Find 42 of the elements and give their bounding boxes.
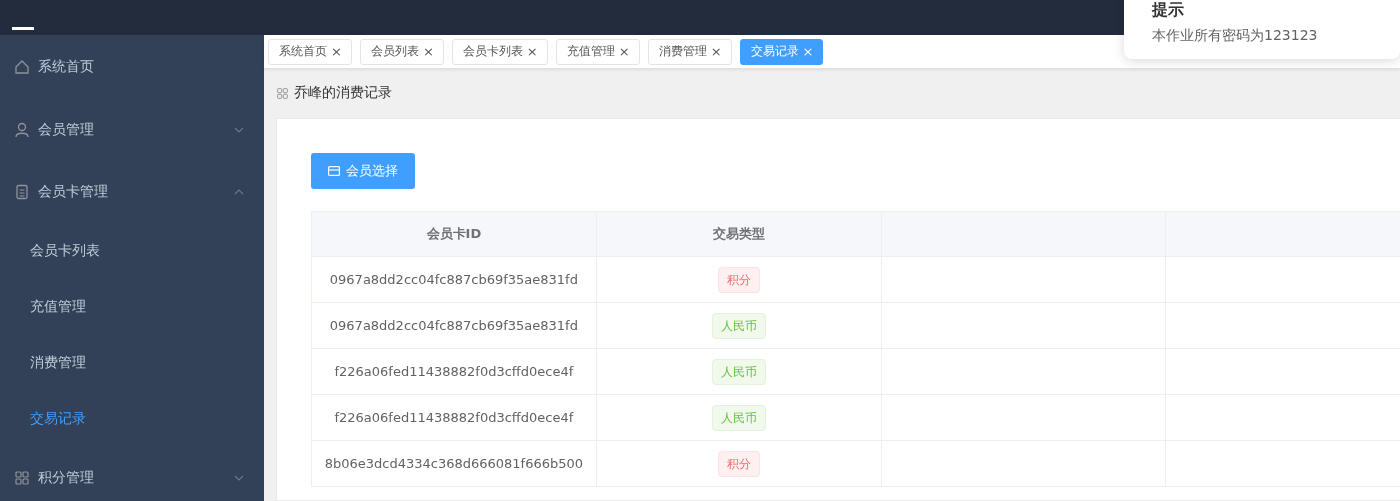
close-icon[interactable]: × (710, 44, 722, 59)
type-tag: 人民币 (711, 312, 766, 339)
close-icon[interactable]: × (618, 44, 630, 59)
type-tag: 积分 (717, 450, 760, 477)
chevron-icon (234, 475, 244, 481)
notification-message: 本作业所有密码为123123 (1152, 27, 1319, 45)
home-icon (14, 59, 30, 75)
table-cell: f226a06fed11438882f0d3cffd0ece4f (311, 394, 597, 441)
chevron-icon (234, 189, 244, 195)
close-icon[interactable]: × (526, 44, 538, 59)
table-cell: 0967a8dd2cc04fc887cb69f35ae831fd (311, 302, 597, 349)
tab[interactable]: 会员列表 × (359, 38, 444, 65)
card-icon (328, 166, 340, 176)
grid-icon (14, 470, 30, 486)
submenu-item[interactable]: 充值管理 (0, 279, 264, 335)
submenu-item[interactable]: 消费管理 (0, 335, 264, 391)
document-icon (14, 184, 30, 200)
table-cell: 0967a8dd2cc04fc887cb69f35ae831fd (311, 256, 597, 303)
type-tag: 人民币 (711, 358, 766, 385)
submenu-item[interactable]: 交易记录 (0, 391, 264, 447)
tab[interactable]: 系统首页 × (268, 38, 352, 65)
sidebar-item[interactable]: 积分管理 (0, 447, 264, 501)
notification-title: 提示 (1152, 0, 1185, 21)
close-icon[interactable]: × (422, 44, 434, 59)
page-title: 乔峰的消费记录 (294, 84, 392, 102)
table-cell: f226a06fed11438882f0d3cffd0ece4f (311, 348, 597, 395)
sidebar-item[interactable]: 会员管理 (0, 99, 264, 161)
close-icon[interactable]: × (331, 44, 342, 59)
table-cell: 8b06e3dcd4334c368d666081f666b500 (311, 440, 597, 487)
sidebar-item[interactable]: 系统首页 (0, 35, 264, 99)
column-header: 会员卡ID (311, 211, 597, 257)
chevron-icon (234, 127, 244, 133)
type-tag: 人民币 (711, 404, 766, 431)
submenu-item[interactable]: 会员卡列表 (0, 223, 264, 279)
grid-icon (276, 86, 289, 100)
tab[interactable]: 消费管理 × (647, 38, 732, 65)
tab[interactable]: 充值管理 × (555, 38, 640, 65)
column-header: 交易类型 (596, 211, 881, 257)
sidebar-item[interactable]: 会员卡管理 (0, 161, 264, 223)
user-icon (14, 122, 30, 138)
tab[interactable]: 会员卡列表 × (451, 38, 548, 65)
type-tag: 积分 (717, 266, 760, 293)
